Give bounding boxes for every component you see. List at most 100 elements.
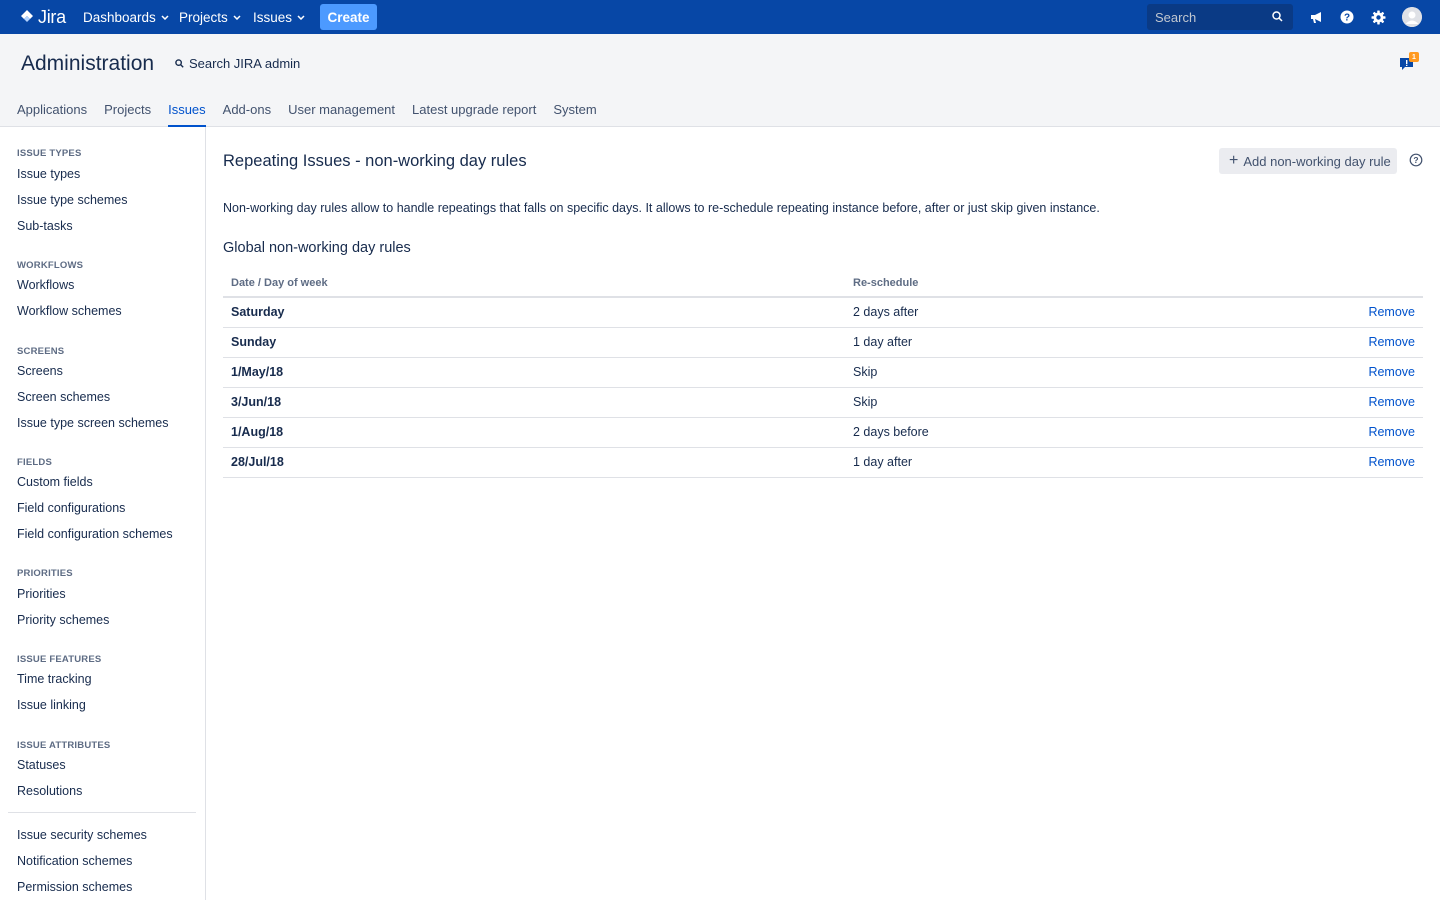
jira-logo-icon xyxy=(21,10,33,22)
tab-applications[interactable]: Applications xyxy=(17,102,87,127)
sidebar-heading-screens: SCREENS xyxy=(17,346,65,357)
add-button-label: Add non-working day rule xyxy=(1243,153,1391,169)
remove-link[interactable]: Remove xyxy=(1368,365,1415,379)
table-row: 1/May/18 Skip Remove xyxy=(223,357,1423,388)
table-row: Saturday 2 days after Remove xyxy=(223,297,1423,328)
rule-reschedule: 2 days after xyxy=(845,297,1176,328)
sidebar-item-custom-fields[interactable]: Custom fields xyxy=(17,475,93,489)
chevron-down-icon xyxy=(161,14,169,20)
rule-reschedule: 1 day after xyxy=(845,447,1176,478)
sidebar-item-statuses[interactable]: Statuses xyxy=(17,758,66,772)
rule-date: 1/Aug/18 xyxy=(223,417,845,448)
column-header-reschedule: Re-schedule xyxy=(845,270,1176,298)
tab-system[interactable]: System xyxy=(553,102,596,127)
rule-action-cell: Remove xyxy=(1175,417,1423,448)
main-content: Repeating Issues - non-working day rules… xyxy=(206,127,1440,900)
rule-date: 3/Jun/18 xyxy=(223,387,845,418)
search-icon[interactable] xyxy=(1272,11,1283,22)
global-search-input[interactable] xyxy=(1155,9,1265,25)
rule-action-cell: Remove xyxy=(1175,327,1423,358)
rule-date: 28/Jul/18 xyxy=(223,447,845,478)
table-row: 3/Jun/18 Skip Remove xyxy=(223,387,1423,418)
section-page-title: Repeating Issues - non-working day rules xyxy=(223,152,527,170)
sidebar-item-field-configurations[interactable]: Field configurations xyxy=(17,501,125,515)
help-circle-icon[interactable]: ? xyxy=(1409,153,1423,167)
nav-issues-menu[interactable]: Issues xyxy=(253,0,305,34)
sidebar-heading-workflows: WORKFLOWS xyxy=(17,260,84,271)
sidebar-item-issue-types[interactable]: Issue types xyxy=(17,167,80,181)
tab-user-management[interactable]: User management xyxy=(288,102,395,127)
remove-link[interactable]: Remove xyxy=(1368,305,1415,319)
chevron-down-icon xyxy=(297,14,305,20)
sidebar-item-permission-schemes[interactable]: Permission schemes xyxy=(17,880,132,894)
tab-latest-upgrade-report[interactable]: Latest upgrade report xyxy=(412,102,536,127)
add-non-working-day-rule-button[interactable]: + Add non-working day rule xyxy=(1219,148,1397,174)
table-row: 28/Jul/18 1 day after Remove xyxy=(223,447,1423,478)
rule-date: Saturday xyxy=(223,297,845,328)
sidebar-item-screens[interactable]: Screens xyxy=(17,364,63,378)
rule-action-cell: Remove xyxy=(1175,387,1423,418)
svg-text:?: ? xyxy=(1344,13,1350,24)
sidebar-item-priority-schemes[interactable]: Priority schemes xyxy=(17,613,109,627)
sidebar-heading-issue-attributes: ISSUE ATTRIBUTES xyxy=(17,740,111,751)
logo-text: Jira xyxy=(38,6,66,27)
remove-link[interactable]: Remove xyxy=(1368,455,1415,469)
rule-reschedule: Skip xyxy=(845,387,1176,418)
sidebar-item-issue-security-schemes[interactable]: Issue security schemes xyxy=(17,828,147,842)
nav-dashboards-label: Dashboards xyxy=(83,9,156,25)
column-header-actions xyxy=(1175,270,1423,298)
admin-search-link[interactable]: Search JIRA admin xyxy=(175,56,300,71)
create-button[interactable]: Create xyxy=(320,4,377,30)
sidebar-item-time-tracking[interactable]: Time tracking xyxy=(17,672,92,686)
avatar[interactable] xyxy=(1402,7,1422,27)
description-text: Non-working day rules allow to handle re… xyxy=(223,201,1100,215)
admin-search-label: Search JIRA admin xyxy=(189,56,301,71)
sidebar-item-workflows[interactable]: Workflows xyxy=(17,278,74,292)
tab-projects[interactable]: Projects xyxy=(104,102,151,127)
jira-logo[interactable]: Jira xyxy=(18,0,66,34)
rule-reschedule: 2 days before xyxy=(845,417,1176,448)
search-icon xyxy=(175,59,184,68)
remove-link[interactable]: Remove xyxy=(1368,335,1415,349)
sidebar: ISSUE TYPES Issue types Issue type schem… xyxy=(0,127,206,900)
sidebar-heading-priorities: PRIORITIES xyxy=(17,568,73,579)
admin-header: Administration Search JIRA admin 1 Appli… xyxy=(0,34,1440,127)
sidebar-heading-issue-features: ISSUE FEATURES xyxy=(17,654,102,665)
rule-action-cell: Remove xyxy=(1175,297,1423,328)
nav-dashboards-menu[interactable]: Dashboards xyxy=(83,0,169,34)
sidebar-item-resolutions[interactable]: Resolutions xyxy=(17,784,82,798)
nav-projects-label: Projects xyxy=(179,9,228,25)
tab-add-ons[interactable]: Add-ons xyxy=(223,102,271,127)
rule-date: Sunday xyxy=(223,327,845,358)
rule-reschedule: Skip xyxy=(845,357,1176,388)
notification-badge: 1 xyxy=(1409,52,1419,62)
svg-text:?: ? xyxy=(1413,155,1418,165)
sidebar-item-priorities[interactable]: Priorities xyxy=(17,587,66,601)
sidebar-item-workflow-schemes[interactable]: Workflow schemes xyxy=(17,304,122,318)
sidebar-item-sub-tasks[interactable]: Sub-tasks xyxy=(17,219,73,233)
help-icon[interactable]: ? xyxy=(1338,8,1356,26)
column-header-date: Date / Day of week xyxy=(223,270,845,298)
remove-link[interactable]: Remove xyxy=(1368,395,1415,409)
chevron-down-icon xyxy=(233,14,241,20)
nav-projects-menu[interactable]: Projects xyxy=(179,0,241,34)
table-row: Sunday 1 day after Remove xyxy=(223,327,1423,358)
remove-link[interactable]: Remove xyxy=(1368,425,1415,439)
sidebar-item-issue-type-screen-schemes[interactable]: Issue type screen schemes xyxy=(17,416,168,430)
table-row: 1/Aug/18 2 days before Remove xyxy=(223,417,1423,448)
nav-issues-label: Issues xyxy=(253,9,293,25)
sidebar-item-issue-type-schemes[interactable]: Issue type schemes xyxy=(17,193,127,207)
notifications-button[interactable]: 1 xyxy=(1399,52,1421,74)
sidebar-heading-fields: FIELDS xyxy=(17,457,52,468)
sidebar-item-screen-schemes[interactable]: Screen schemes xyxy=(17,390,110,404)
sidebar-heading-issue-types: ISSUE TYPES xyxy=(17,148,82,159)
megaphone-icon[interactable] xyxy=(1307,8,1325,26)
gear-icon[interactable] xyxy=(1369,8,1387,26)
sidebar-item-notification-schemes[interactable]: Notification schemes xyxy=(17,854,132,868)
sidebar-item-issue-linking[interactable]: Issue linking xyxy=(17,698,86,712)
global-search xyxy=(1147,4,1293,30)
sidebar-item-field-configuration-schemes[interactable]: Field configuration schemes xyxy=(17,527,173,541)
tab-issues[interactable]: Issues xyxy=(168,102,206,127)
admin-tabs: Applications Projects Issues Add-ons Use… xyxy=(17,102,614,127)
rule-reschedule: 1 day after xyxy=(845,327,1176,358)
